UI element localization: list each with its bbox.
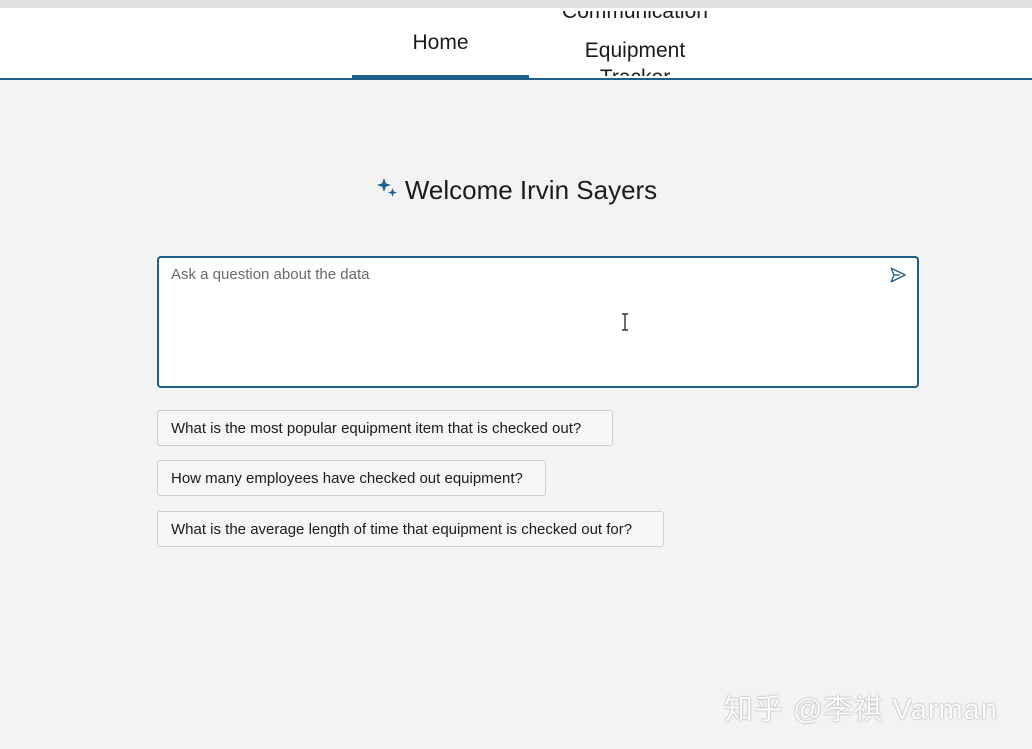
sparkle-icon	[376, 178, 397, 197]
window-top-strip	[0, 0, 1032, 8]
suggestion-button[interactable]: What is the average length of time that …	[157, 511, 664, 547]
tab-equipment-label-line-above: Communication	[545, 11, 725, 20]
suggestion-button[interactable]: How many employees have checked out equi…	[157, 460, 546, 496]
welcome-text: Welcome Irvin Sayers	[404, 174, 658, 205]
welcome-heading: Welcome Irvin Sayers	[0, 170, 1032, 210]
send-icon	[890, 267, 906, 283]
question-input[interactable]	[171, 266, 871, 376]
suggestion-button[interactable]: What is the most popular equipment item …	[157, 410, 613, 446]
tab-communication-equipment[interactable]: Communication Equipment Tracker	[545, 8, 725, 78]
question-box	[157, 256, 919, 388]
active-tab-indicator	[352, 75, 529, 80]
tab-home-label: Home	[412, 31, 469, 54]
text-cursor-icon	[622, 313, 628, 331]
tab-equipment-label-line-below: Tracker	[545, 68, 725, 76]
top-navigation: Home Communication Equipment Tracker	[0, 8, 1032, 80]
tab-equipment-label: Equipment	[584, 39, 686, 62]
tab-home[interactable]: Home	[352, 8, 529, 80]
watermark: 知乎 @李祺 Varman	[724, 694, 998, 726]
send-button[interactable]	[887, 264, 909, 286]
